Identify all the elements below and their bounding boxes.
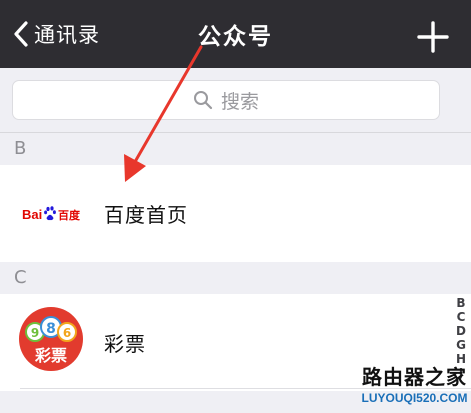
logo-text: 彩票 — [34, 346, 67, 365]
account-row-baidu[interactable]: Bai 百度 百度首页 — [0, 165, 471, 262]
svg-text:Bai: Bai — [22, 207, 42, 222]
index-letter[interactable]: G — [452, 338, 470, 352]
search-placeholder: 搜索 — [220, 90, 259, 113]
index-letter[interactable]: C — [452, 310, 470, 324]
caipiao-logo: 9 8 6 彩票 — [19, 307, 83, 371]
logo-digit: 9 — [31, 326, 39, 340]
section-header-b: B — [0, 133, 471, 165]
index-letter[interactable]: B — [452, 296, 470, 310]
plus-icon[interactable] — [416, 20, 450, 54]
section-header-c: C — [0, 262, 471, 294]
row-divider — [20, 388, 471, 389]
account-name: 彩票 — [104, 332, 146, 356]
index-letter[interactable]: J — [452, 366, 470, 380]
section-index-bar[interactable]: B C D G H J — [452, 296, 470, 380]
page-title: 公众号 — [198, 24, 273, 50]
svg-text:百度: 百度 — [58, 208, 81, 222]
account-name: 百度首页 — [104, 203, 188, 227]
search-input[interactable]: 搜索 — [12, 80, 440, 120]
logo-digit: 6 — [63, 326, 71, 340]
search-bar: 搜索 — [0, 68, 471, 133]
logo-digit: 8 — [46, 321, 56, 337]
search-icon — [193, 91, 213, 110]
account-row-caipiao[interactable]: 9 8 6 彩票 彩票 — [0, 294, 471, 391]
watermark-en: LUYOUQI520.COM — [361, 391, 468, 405]
navbar: 通讯录 公众号 — [0, 0, 471, 68]
baidu-logo: Bai 百度 — [22, 206, 81, 222]
index-letter[interactable]: H — [452, 352, 470, 366]
index-letter[interactable]: D — [452, 324, 470, 338]
